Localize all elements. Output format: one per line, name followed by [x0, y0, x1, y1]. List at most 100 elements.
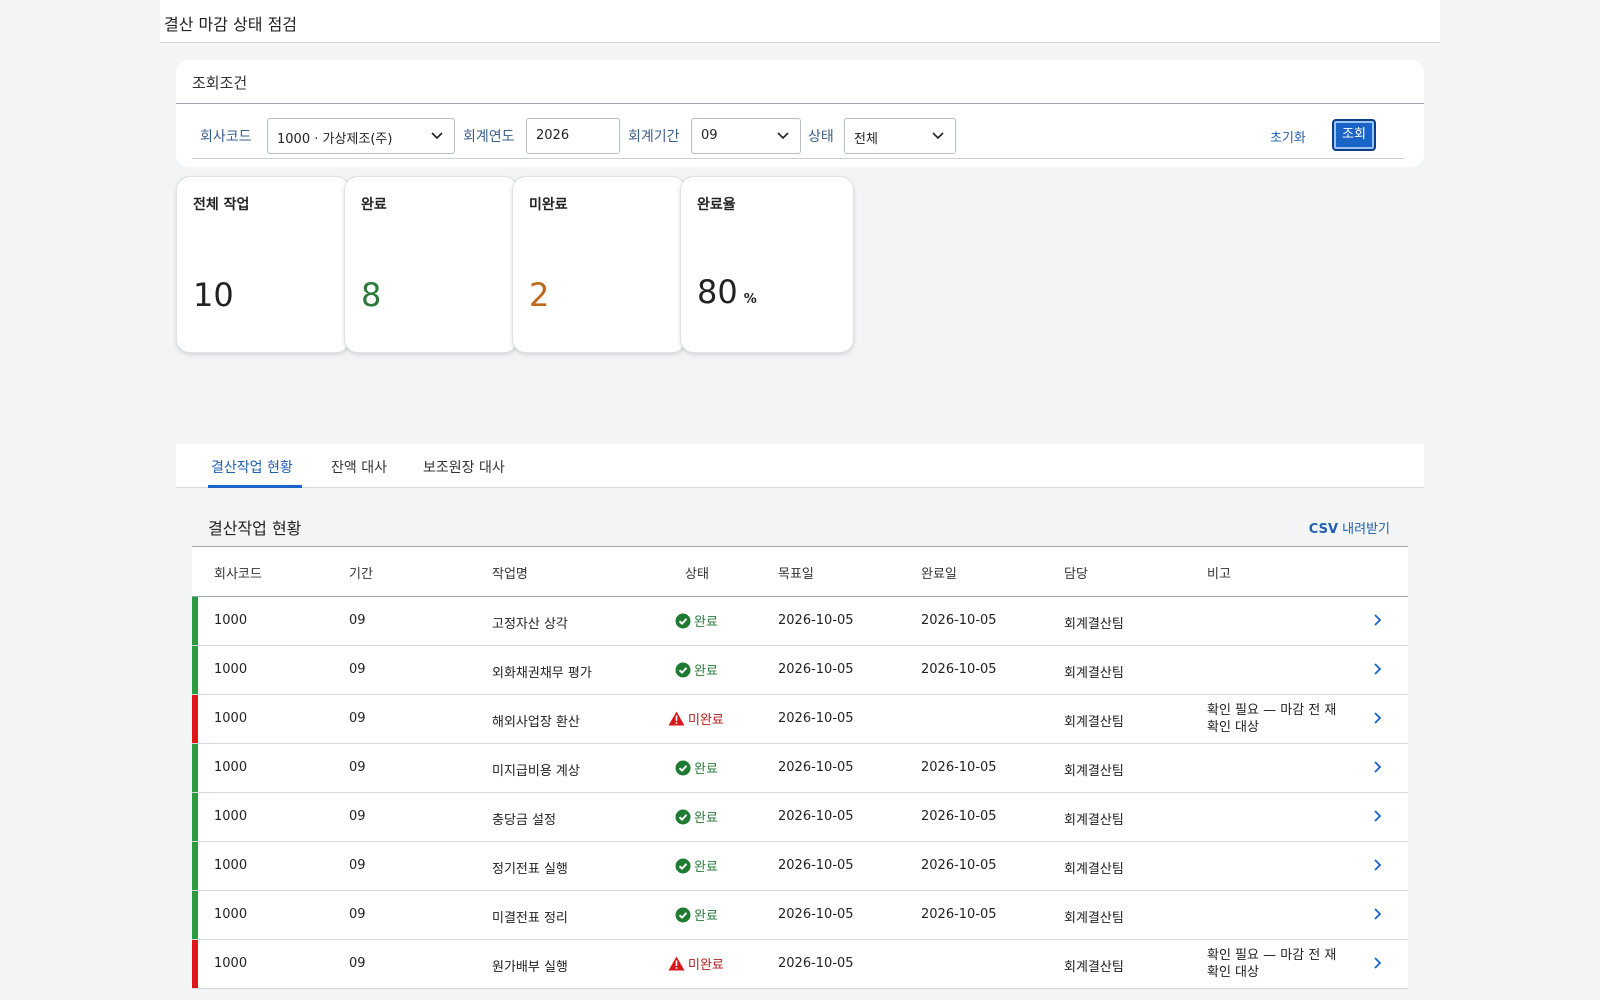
cell-note: 확인 필요 — 마감 전 재확인 대상: [1207, 703, 1337, 735]
status-select[interactable]: 전체: [844, 118, 956, 154]
chevron-right-icon[interactable]: [1372, 614, 1382, 626]
cell-owner: 회계결산팀: [1064, 666, 1124, 681]
tab-close-tasks[interactable]: 결산작업 현황: [211, 457, 293, 477]
cell-period: 09: [349, 809, 366, 824]
chevron-right-icon[interactable]: [1372, 859, 1382, 871]
chevron-right-icon[interactable]: [1372, 761, 1382, 773]
kpi-number: 80: [697, 273, 738, 311]
table-row[interactable]: 1000 09 해외사업장 환산 미완료 2026-10-05 회계결산팀 확인 필요 — …: [192, 695, 1408, 744]
col-done[interactable]: 완료일: [921, 563, 957, 582]
cell-task: 미지급비용 계상: [492, 764, 580, 779]
table-row[interactable]: 1000 09 원가배부 실행 미완료 2026-10-05 회계결산팀 확인 필요 — 마…: [192, 940, 1408, 989]
warning-triangle-icon: [668, 956, 685, 971]
chevron-right-icon[interactable]: [1372, 663, 1382, 675]
cell-owner: 회계결산팀: [1064, 862, 1124, 877]
chevron-right-icon[interactable]: [1372, 712, 1382, 724]
status-badge: 완료: [675, 856, 718, 875]
cell-task: 미결전표 정리: [492, 911, 568, 926]
company-select[interactable]: 1000 · 가상제조(주): [267, 118, 455, 154]
table-row[interactable]: 1000 09 미결전표 정리 완료 2026-10-05 2026-10-05 회계결산팀: [192, 891, 1408, 940]
col-task[interactable]: 작업명: [492, 563, 528, 582]
cell-period: 09: [349, 760, 366, 775]
cell-company: 1000: [214, 956, 248, 971]
cell-target: 2026-10-05: [778, 760, 854, 775]
cell-done: 2026-10-05: [921, 809, 997, 824]
cell-owner: 회계결산팀: [1064, 617, 1124, 632]
table-body: 1000 09 고정자산 상각완료 2026-10-05 2026-10-05 회계결산팀…: [192, 597, 1408, 989]
status-bar: [192, 695, 198, 743]
kpi-card-rate: 완료율 80%: [680, 176, 854, 353]
cell-owner: 회계결산팀: [1064, 764, 1124, 779]
col-company[interactable]: 회사코드: [214, 563, 262, 582]
status-text: 완료: [694, 860, 718, 875]
check-circle-icon: [675, 809, 691, 824]
status-text: 완료: [694, 811, 718, 826]
cell-company: 1000: [214, 760, 248, 775]
chevron-right-icon[interactable]: [1372, 957, 1382, 969]
cell-target: 2026-10-05: [778, 956, 854, 971]
table-row[interactable]: 1000 09 외화채권채무 평가 완료 2026-10-05 2026-10-05 회계결…: [192, 646, 1408, 695]
kpi-number: 2: [529, 276, 550, 314]
col-status[interactable]: 상태: [685, 563, 709, 582]
year-input[interactable]: 2026: [526, 118, 620, 154]
status-badge: 미완료: [668, 709, 724, 728]
filter-title: 조회조건: [192, 74, 248, 92]
kpi-card-done: 완료 8: [344, 176, 518, 353]
status-badge: 완료: [675, 758, 718, 777]
section-title: 결산작업 현황: [208, 519, 302, 538]
kpi-number: 8: [361, 276, 382, 314]
kpi-label: 완료율: [697, 197, 736, 213]
filter-panel: 조회조건 회사코드 1000 · 가상제조(주) 회계연도 2026 회계기간 …: [176, 60, 1424, 167]
cell-period: 09: [349, 711, 366, 726]
status-bar: [192, 940, 198, 988]
status-badge: 완료: [675, 807, 718, 826]
cell-task: 외화채권채무 평가: [492, 666, 592, 681]
table-row[interactable]: 1000 09 정기전표 실행 완료 2026-10-05 2026-10-05 회계결산팀: [192, 842, 1408, 891]
col-target[interactable]: 목표일: [778, 563, 814, 582]
cell-task: 정기전표 실행: [492, 862, 568, 877]
table-row[interactable]: 1000 09 미지급비용 계상 완료 2026-10-05 2026-10-05 회계결산…: [192, 744, 1408, 793]
check-circle-icon: [675, 858, 691, 873]
chevron-right-icon[interactable]: [1372, 810, 1382, 822]
search-button[interactable]: 조회: [1332, 119, 1376, 151]
table-row[interactable]: 1000 09 충당금 설정 완료 2026-10-05 2026-10-05 회계결산팀: [192, 793, 1408, 842]
tab-subledger-recon[interactable]: 보조원장 대사: [423, 457, 505, 477]
chevron-down-icon: [777, 132, 789, 140]
cell-company: 1000: [214, 662, 248, 677]
table-row[interactable]: 1000 09 고정자산 상각 완료 2026-10-05 2026-10-05 회계결산팀: [192, 597, 1408, 646]
reset-button[interactable]: 초기화: [1270, 127, 1306, 146]
cell-owner: 회계결산팀: [1064, 715, 1124, 730]
cell-target: 2026-10-05: [778, 711, 854, 726]
cell-owner: 회계결산팀: [1064, 911, 1124, 926]
chevron-right-icon[interactable]: [1372, 908, 1382, 920]
cell-company: 1000: [214, 809, 248, 824]
cell-task: 고정자산 상각: [492, 617, 568, 632]
check-circle-icon: [675, 613, 691, 628]
kpi-label: 완료: [361, 197, 387, 213]
tab-bar: 결산작업 현황 잔액 대사 보조원장 대사: [176, 444, 1424, 488]
chevron-down-icon: [932, 132, 944, 140]
cell-owner: 회계결산팀: [1064, 813, 1124, 828]
check-circle-icon: [675, 760, 691, 775]
status-bar: [192, 646, 198, 694]
period-select-value: 09: [701, 128, 718, 143]
kpi-value: 8: [361, 276, 381, 314]
status-select-value: 전체: [854, 132, 878, 147]
cell-company: 1000: [214, 907, 248, 922]
tab-balance-recon[interactable]: 잔액 대사: [331, 457, 387, 477]
check-circle-icon: [675, 907, 691, 922]
company-label: 회사코드: [200, 129, 252, 145]
status-bar: [192, 597, 198, 645]
cell-target: 2026-10-05: [778, 662, 854, 677]
col-note[interactable]: 비고: [1207, 563, 1231, 582]
csv-download-link[interactable]: CSV 내려받기: [1309, 518, 1390, 537]
cell-done: 2026-10-05: [921, 760, 997, 775]
check-circle-icon: [675, 662, 691, 677]
col-period[interactable]: 기간: [349, 563, 373, 582]
cell-target: 2026-10-05: [778, 613, 854, 628]
filter-row: 회사코드 1000 · 가상제조(주) 회계연도 2026 회계기간 09 상태…: [192, 117, 1404, 159]
table-header: 회사코드 기간 작업명 상태 목표일 완료일 담당 비고: [192, 547, 1408, 597]
kpi-label: 전체 작업: [193, 197, 250, 213]
col-owner[interactable]: 담당: [1064, 563, 1088, 582]
period-select[interactable]: 09: [691, 118, 801, 154]
